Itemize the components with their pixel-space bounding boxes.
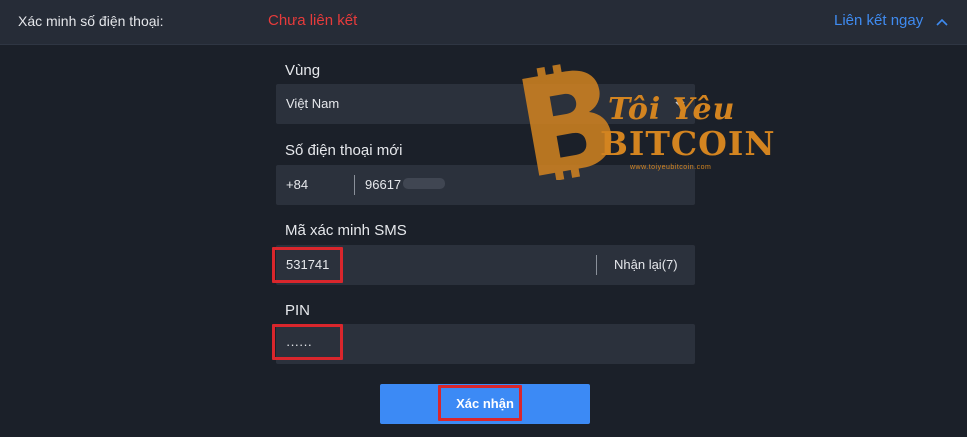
region-label: Vùng <box>285 62 321 79</box>
link-status-text: Chưa liên kết <box>268 12 358 29</box>
sms-divider <box>596 255 597 275</box>
chevron-up-icon[interactable] <box>933 13 951 31</box>
highlight-confirm <box>438 385 522 421</box>
logo-title-line2: BITCOIN <box>600 124 776 163</box>
resend-code-button[interactable]: Nhận lại(7) <box>614 257 678 272</box>
country-code[interactable]: +84 <box>286 177 308 192</box>
sms-code-label: Mã xác minh SMS <box>285 222 407 239</box>
highlight-pin <box>272 324 343 360</box>
link-now-button[interactable]: Liên kết ngay <box>834 12 923 29</box>
pin-label: PIN <box>285 302 311 319</box>
logo-title-line1: Tôi Yêu <box>608 92 736 127</box>
blurred-phone-digits <box>403 178 445 189</box>
highlight-sms-code <box>272 247 343 283</box>
logo-url: www.toiyeubitcoin.com <box>630 164 712 171</box>
phone-verification-header: Xác minh số điện thoại: Chưa liên kết Li… <box>0 0 967 45</box>
region-value: Việt Nam <box>286 96 340 111</box>
phone-number-value: 96617 <box>365 177 402 192</box>
phone-divider <box>354 175 355 195</box>
phone-verification-label: Xác minh số điện thoại: <box>18 13 164 29</box>
phone-label: Số điện thoại mới <box>285 142 403 159</box>
